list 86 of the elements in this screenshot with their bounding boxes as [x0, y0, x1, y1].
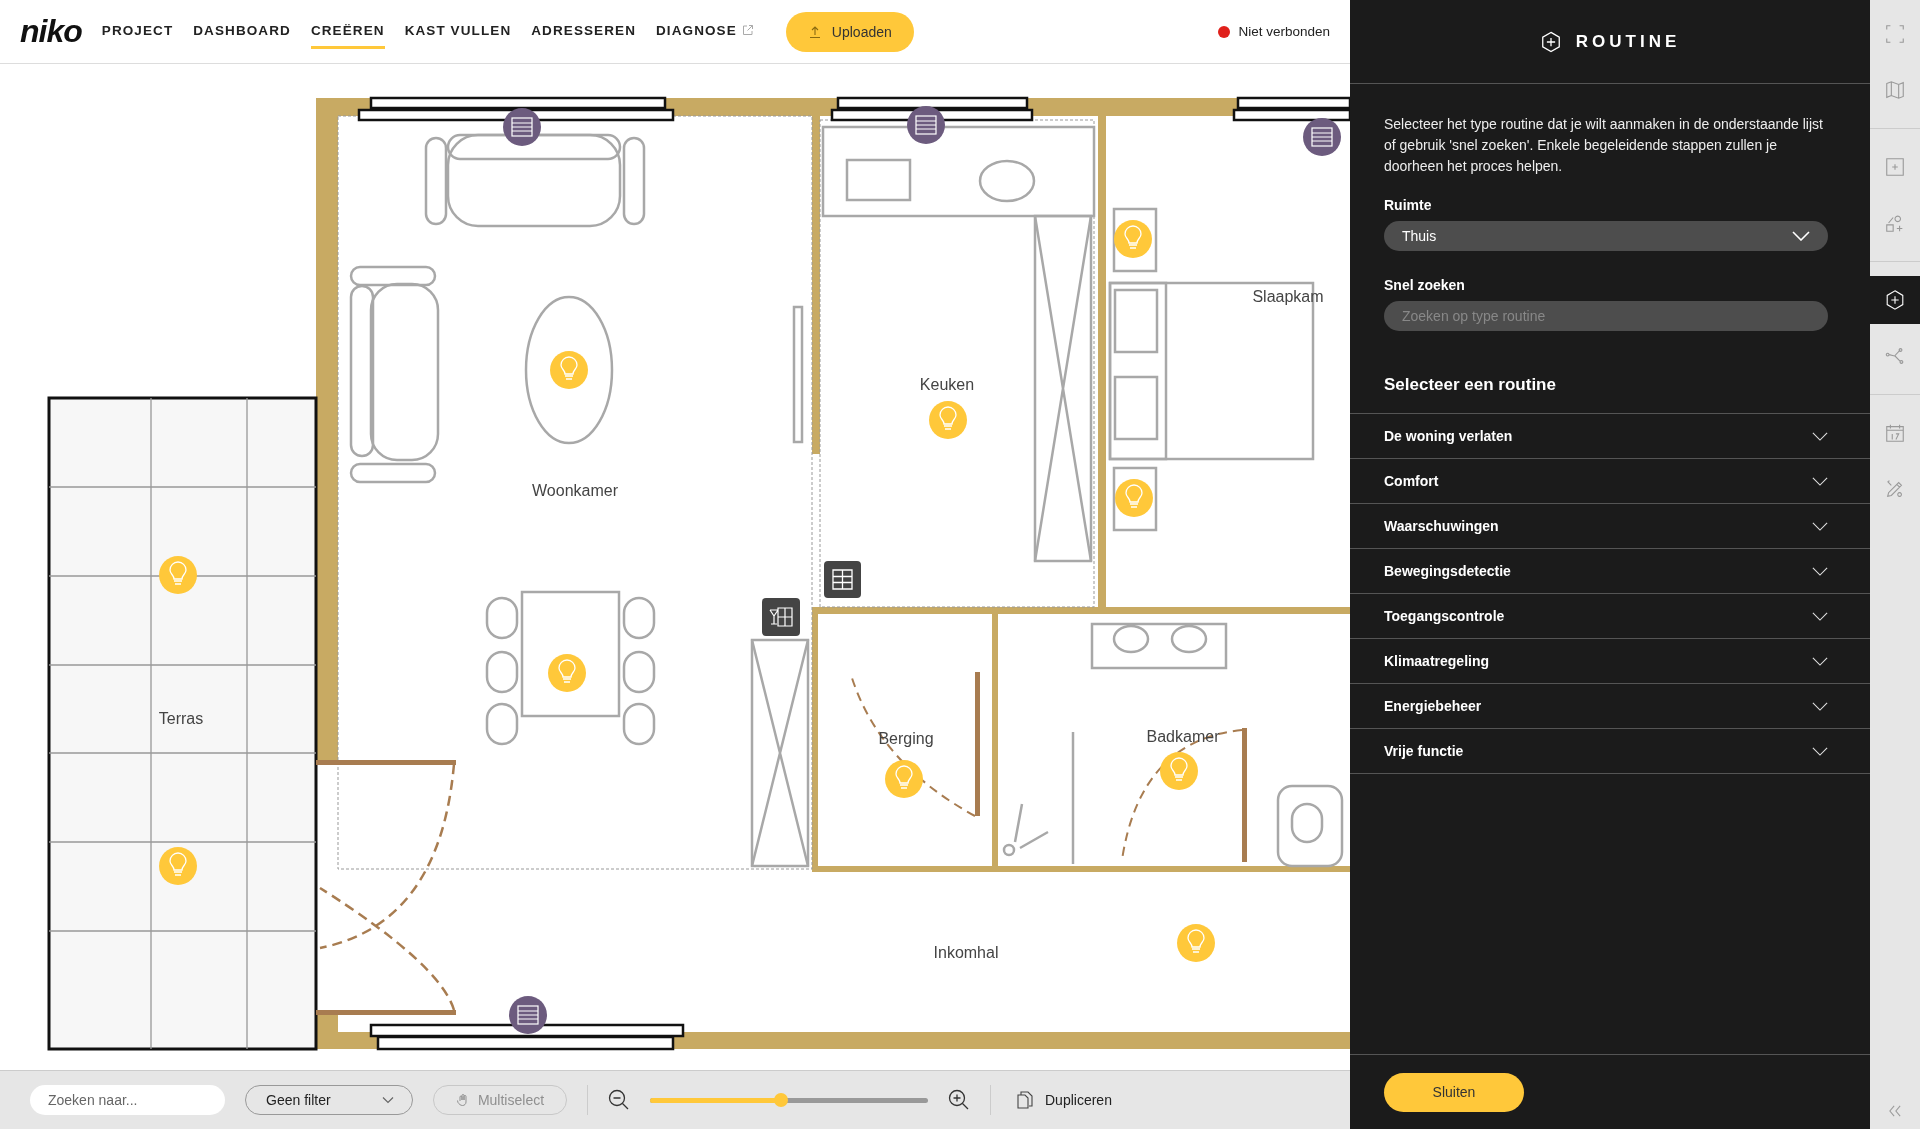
light-bulb-icon[interactable] — [159, 847, 197, 885]
field-label: Snel zoeken — [1384, 277, 1466, 293]
room-label: Woonkamer — [532, 482, 618, 499]
room-label: Inkomhal — [933, 944, 999, 961]
routine-search-field[interactable]: Zoeken op type routine — [1384, 301, 1828, 331]
search-field[interactable]: Zoeken naar... — [30, 1085, 225, 1115]
external-link-icon — [741, 24, 754, 36]
logo[interactable]: niko — [20, 13, 82, 50]
room-label: Berging — [878, 730, 934, 747]
duplicate-button[interactable]: Dupliceren — [1011, 1090, 1118, 1110]
room-label: Terras — [158, 710, 204, 727]
chevron-down-icon — [1812, 746, 1828, 756]
category-row[interactable]: Comfort — [1350, 459, 1870, 504]
category-row[interactable]: Waarschuwingen — [1350, 504, 1870, 549]
chevron-down-icon — [1812, 701, 1828, 711]
map-icon — [1884, 79, 1906, 101]
category-label: Bewegingsdetectie — [1384, 563, 1511, 579]
light-bulb-icon[interactable] — [550, 351, 588, 389]
category-label: Klimaatregeling — [1384, 653, 1490, 669]
hand-icon — [455, 1093, 470, 1107]
blinds-icon[interactable] — [509, 996, 547, 1034]
nightstand-drawing — [1112, 207, 1158, 273]
blinds-icon[interactable] — [503, 108, 541, 146]
nodes-icon — [1884, 345, 1906, 367]
routine-icon — [1539, 30, 1562, 53]
nav-tab[interactable]: CREËREN — [310, 14, 385, 49]
category-label: Waarschuwingen — [1384, 518, 1499, 534]
nav-tab[interactable]: DIAGNOSE — [656, 14, 754, 49]
description-text: Selecteer het type routine dat je wilt aanmaken in de onderstaande lijst of gebruik 'snel zoeken'. Enkele begeleidende stappen zullen je doorheen het proces helpen. — [1384, 115, 1824, 176]
hexagon-plus-icon — [1884, 289, 1906, 311]
category-label: De woning verlaten — [1384, 428, 1513, 444]
upload-icon — [807, 24, 822, 39]
category-row[interactable]: Vrije functie — [1350, 729, 1870, 774]
category-row[interactable]: Bewegingsdetectie — [1350, 549, 1870, 594]
field-label: Ruimte — [1384, 197, 1433, 213]
shower-drawing — [1002, 802, 1050, 857]
nav-tab[interactable]: KAST VULLEN — [404, 14, 512, 49]
calendar-icon — [1884, 422, 1906, 444]
copy-icon — [1017, 1091, 1033, 1109]
blinds-icon[interactable] — [907, 106, 945, 144]
caret-icon — [382, 1096, 394, 1104]
chevron-down-icon — [1812, 566, 1828, 576]
category-row[interactable]: Toegangscontrole — [1350, 594, 1870, 639]
category-row[interactable]: De woning verlaten — [1350, 414, 1870, 459]
category-row[interactable]: Energiebeheer — [1350, 684, 1870, 729]
grid-icon[interactable] — [824, 561, 861, 598]
room-label: Keuken — [919, 376, 975, 393]
glass-grid-icon[interactable] — [762, 598, 800, 636]
nav-tab[interactable]: DASHBOARD — [193, 14, 291, 49]
nightstand-drawing — [1112, 466, 1158, 532]
light-bulb-icon[interactable] — [1114, 220, 1152, 258]
nav-tab[interactable]: ADRESSEREN — [531, 14, 636, 49]
room-label: Badkamer — [1146, 728, 1220, 745]
light-bulb-icon[interactable] — [885, 760, 923, 798]
section-title: Selecteer een routine — [1384, 375, 1557, 395]
chevron-down-icon — [1812, 476, 1828, 486]
chevron-down-icon — [1812, 611, 1828, 621]
zoom-in-icon[interactable] — [948, 1089, 970, 1111]
category-row[interactable]: Klimaatregeling — [1350, 639, 1870, 684]
chevron-down-icon — [1812, 521, 1828, 531]
room-label: Slaapkam — [1252, 288, 1324, 305]
zoom-out-icon[interactable] — [608, 1089, 630, 1111]
fullscreen-icon — [1884, 23, 1906, 45]
chevron-down-icon — [1792, 231, 1810, 241]
light-bulb-icon[interactable] — [1177, 924, 1215, 962]
light-bulb-icon[interactable] — [548, 654, 586, 692]
blinds-icon[interactable] — [1303, 118, 1341, 156]
rail-tab[interactable] — [1870, 276, 1920, 324]
nav-tab[interactable]: PROJECT — [101, 14, 174, 49]
upload-button[interactable]: Uploaden — [785, 11, 914, 52]
category-label: Energiebeheer — [1384, 698, 1482, 714]
light-bulb-icon[interactable] — [1160, 752, 1198, 790]
light-bulb-icon[interactable] — [929, 401, 967, 439]
room-dropdown[interactable]: Thuis — [1384, 221, 1828, 251]
light-bulb-icon[interactable] — [159, 556, 197, 594]
panel-title: ROUTINE — [1575, 31, 1681, 52]
slider-thumb[interactable] — [773, 1092, 788, 1107]
light-bulb-icon[interactable] — [1115, 479, 1153, 517]
chevron-down-icon — [1812, 656, 1828, 666]
collapse-icon[interactable] — [1888, 1105, 1902, 1117]
close-button[interactable]: Sluiten — [1384, 1072, 1524, 1112]
category-label: Comfort — [1384, 473, 1439, 489]
category-label: Toegangscontrole — [1384, 608, 1505, 624]
chevron-down-icon — [1812, 431, 1828, 441]
category-label: Vrije functie — [1384, 743, 1464, 759]
connection-status: Niet verbonden — [1238, 24, 1330, 39]
